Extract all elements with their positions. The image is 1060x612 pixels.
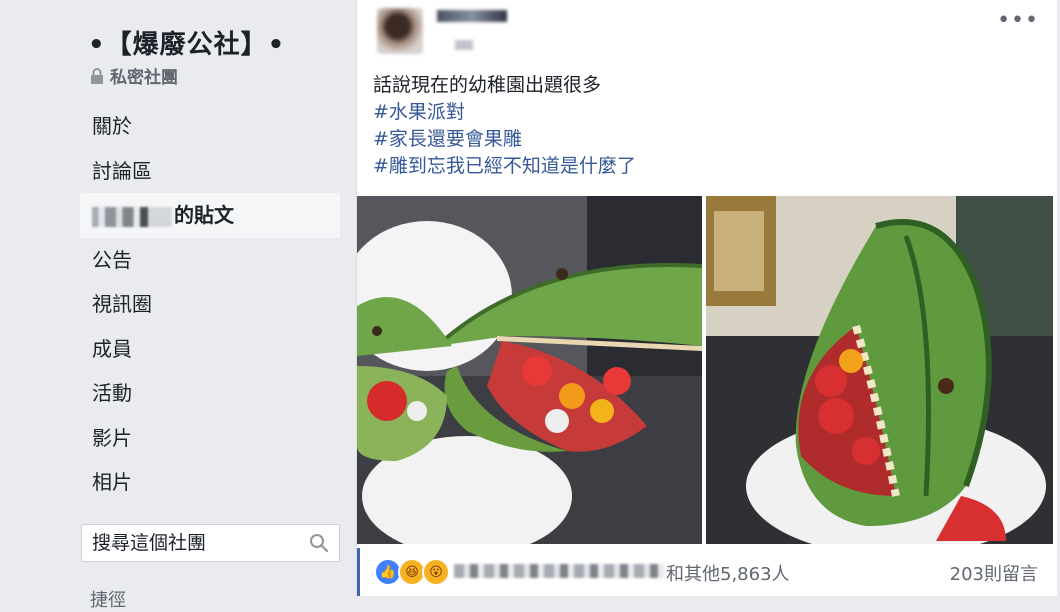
hashtag-fruit-carving[interactable]: #家長還要會果雕 — [373, 126, 636, 153]
comment-count[interactable]: 203則留言 — [950, 560, 1038, 586]
group-search-input[interactable] — [82, 531, 304, 555]
nav-announcements[interactable]: 公告 — [80, 238, 340, 283]
privacy-label: 私密社團 — [110, 68, 178, 88]
nav-about-label: 關於 — [92, 114, 132, 138]
feed-post: ••• 話說現在的幼稚園出題很多 #水果派對 #家長還要會果雕 #雕到忘我已經不… — [356, 0, 1057, 596]
nav-video-circle[interactable]: 視訊圈 — [80, 282, 340, 327]
nav-member-posts[interactable]: 的貼文 — [80, 193, 340, 238]
group-search[interactable] — [81, 524, 340, 562]
watermelon-sharks-image — [357, 196, 702, 544]
nav-shortcuts[interactable]: 捷徑 — [90, 586, 126, 612]
privacy-status: 私密社團 — [90, 63, 178, 88]
search-icon[interactable] — [309, 533, 329, 553]
group-name[interactable]: •【爆廢公社】• — [88, 24, 285, 61]
more-options-icon[interactable]: ••• — [997, 8, 1039, 33]
nav-about[interactable]: 關於 — [80, 104, 340, 149]
group-nav: 關於 討論區 的貼文 公告 視訊圈 成員 活動 影片 相片 — [80, 104, 340, 505]
post-photo-2[interactable] — [706, 196, 1053, 544]
watermelon-shark-image — [706, 196, 1053, 544]
redacted-name — [92, 206, 172, 227]
wow-icon[interactable]: 😮 — [422, 558, 450, 586]
post-timestamp-redacted[interactable] — [455, 40, 473, 50]
post-footer: 👍 😆 😮 和其他5,863人 203則留言 — [357, 548, 1060, 596]
nav-events-label: 活動 — [92, 381, 132, 405]
nav-photos-label: 相片 — [92, 470, 132, 494]
nav-events[interactable]: 活動 — [80, 371, 340, 416]
nav-discussion-label: 討論區 — [92, 158, 152, 183]
nav-photos[interactable]: 相片 — [80, 460, 340, 505]
nav-member-posts-label: 的貼文 — [174, 203, 234, 227]
nav-members-label: 成員 — [92, 336, 132, 361]
nav-videos[interactable]: 影片 — [80, 416, 340, 461]
reaction-icons[interactable]: 👍 😆 😮 — [374, 558, 450, 586]
hashtag-fruit-party[interactable]: #水果派對 — [373, 99, 636, 126]
nav-video-circle-label: 視訊圈 — [92, 292, 152, 316]
nav-discussion[interactable]: 討論區 — [80, 149, 340, 194]
nav-videos-label: 影片 — [92, 425, 132, 450]
hashtag-carve-forgot[interactable]: #雕到忘我已經不知道是什麼了 — [373, 153, 636, 180]
post-photo-1[interactable] — [357, 196, 702, 544]
nav-announcements-label: 公告 — [92, 247, 132, 272]
post-text-line: 話說現在的幼稚園出題很多 — [373, 74, 602, 96]
post-body: 話說現在的幼稚園出題很多 #水果派對 #家長還要會果雕 #雕到忘我已經不知道是什… — [373, 72, 636, 180]
nav-members[interactable]: 成員 — [80, 327, 340, 372]
lock-icon — [91, 67, 103, 84]
reaction-count[interactable]: 和其他5,863人 — [666, 560, 790, 586]
reactors-redacted[interactable] — [454, 564, 664, 578]
author-name-redacted[interactable] — [437, 10, 507, 22]
author-avatar[interactable] — [377, 8, 423, 54]
group-sidebar: •【爆廢公社】• 私密社團 關於 討論區 的貼文 公告 視訊圈 成員 活動 影片… — [0, 0, 356, 611]
